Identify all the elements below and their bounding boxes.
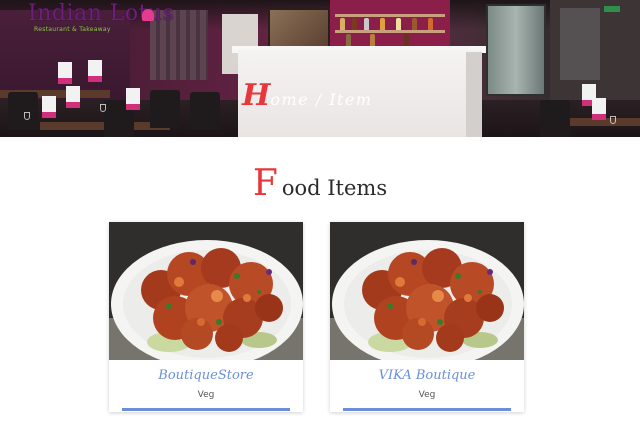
hero-bottle	[412, 18, 417, 30]
lotus-icon	[142, 9, 154, 21]
hero-fridge	[486, 4, 546, 96]
hero-bottle	[352, 18, 357, 30]
hero-chair	[150, 90, 180, 128]
food-item-photo[interactable]	[109, 222, 303, 360]
hero-shelf	[335, 14, 445, 17]
section-title-initial: F	[252, 163, 278, 204]
food-item-photo[interactable]	[330, 222, 524, 360]
hero-bottle	[364, 18, 369, 30]
card-underline	[122, 408, 290, 411]
section-title: Food Items	[0, 162, 640, 210]
hero-bottle	[346, 34, 351, 46]
food-item-card[interactable]: BoutiqueStore Veg	[109, 222, 303, 412]
hero-bottle	[404, 34, 409, 46]
hero-menu-card	[592, 98, 606, 120]
hero-bottle	[396, 18, 401, 30]
hero-mirror	[268, 8, 330, 50]
hero-chair	[8, 92, 38, 130]
food-item-category: Veg	[197, 390, 215, 400]
hero-banner: Indian Lotus Restaurant & Takeaway Home …	[0, 0, 640, 137]
hero-menu-card	[126, 88, 140, 110]
hero-chair	[190, 92, 220, 130]
hero-door	[560, 8, 600, 80]
hero-menu-card	[42, 96, 56, 118]
hero-exit-sign	[604, 6, 620, 12]
breadcrumb: Home / Item	[242, 80, 373, 112]
breadcrumb-text: ome / Item	[270, 90, 373, 109]
food-item-card[interactable]: VIKA Boutique Veg	[330, 222, 524, 412]
food-item-name[interactable]: BoutiqueStore	[109, 367, 303, 385]
brand-logo[interactable]: Indian Lotus Restaurant & Takeaway	[28, 2, 218, 34]
brand-tagline: Restaurant & Takeaway	[34, 26, 111, 33]
food-item-name[interactable]: VIKA Boutique	[330, 367, 524, 385]
hero-glass	[24, 112, 30, 120]
food-item-category: Veg	[418, 390, 436, 400]
hero-bottle	[428, 18, 433, 30]
card-underline	[343, 408, 511, 411]
hero-bottle	[340, 18, 345, 30]
hero-glass	[610, 116, 616, 124]
hero-bottle	[370, 34, 375, 46]
hero-menu-card	[88, 60, 102, 82]
hero-shelf	[335, 30, 445, 33]
hero-menu-card	[66, 86, 80, 108]
hero-glass	[100, 104, 106, 112]
hero-menu-card	[58, 62, 72, 84]
section-title-text: ood Items	[281, 176, 388, 200]
hero-bottle	[380, 18, 385, 30]
hero-chair	[540, 100, 570, 137]
hero-counter-side	[466, 52, 482, 137]
breadcrumb-initial: H	[242, 78, 271, 113]
